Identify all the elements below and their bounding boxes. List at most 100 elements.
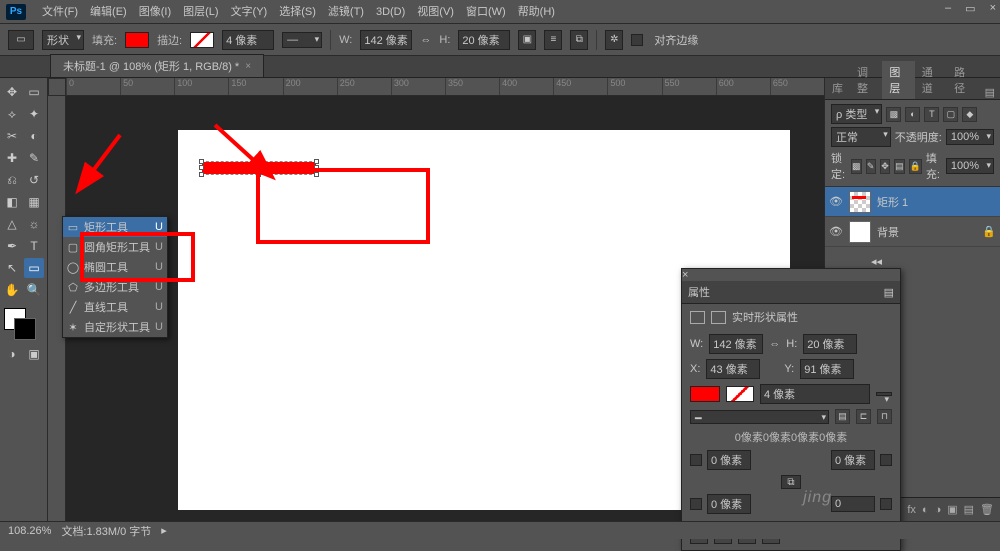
- document-tab[interactable]: 未标题-1 @ 108% (矩形 1, RGB/8) * ×: [50, 54, 264, 77]
- zoom-tool[interactable]: 🔍: [24, 280, 44, 300]
- menu-file[interactable]: 文件(F): [36, 0, 84, 24]
- ruler-origin[interactable]: [48, 78, 66, 96]
- fill-opacity-input[interactable]: 100%: [946, 158, 994, 174]
- gear-icon[interactable]: ✲: [605, 30, 623, 50]
- line-tool-item[interactable]: ╱直线工具U: [63, 297, 167, 317]
- rounded-rect-tool-item[interactable]: ▢圆角矩形工具U: [63, 237, 167, 257]
- visibility-icon[interactable]: 👁: [829, 195, 843, 208]
- link-wh-icon[interactable]: ⇔: [769, 338, 780, 350]
- new-layer-icon[interactable]: ▤: [964, 503, 974, 516]
- blur-tool[interactable]: △: [2, 214, 22, 234]
- stroke-style-select[interactable]: —: [282, 32, 322, 48]
- height-input[interactable]: 20 像素: [458, 30, 510, 50]
- window-close-icon[interactable]: ×: [990, 2, 996, 15]
- tool-mode-select[interactable]: 形状: [42, 30, 84, 50]
- menu-3d[interactable]: 3D(D): [370, 0, 411, 24]
- tab-channels[interactable]: 通道: [915, 61, 947, 99]
- filter-shape-icon[interactable]: ▢: [943, 107, 958, 122]
- magic-wand-tool[interactable]: ✦: [24, 104, 44, 124]
- corner-tl-checkbox[interactable]: [690, 454, 702, 466]
- crop-tool[interactable]: ✂: [2, 126, 22, 146]
- rectangle-tool[interactable]: ▭: [24, 258, 44, 278]
- align-edges-checkbox[interactable]: [631, 34, 643, 46]
- panel-menu-icon[interactable]: ▤: [980, 86, 1000, 99]
- background-color[interactable]: [14, 318, 36, 340]
- prop-stroke-width[interactable]: 4 像素: [760, 384, 870, 404]
- layer-row[interactable]: 👁 背景 🔒: [825, 217, 1000, 247]
- doc-info[interactable]: 文档:1.83M/0 字节: [61, 523, 151, 539]
- layer-name[interactable]: 矩形 1: [877, 194, 908, 210]
- clone-tool[interactable]: ⎌: [2, 170, 22, 190]
- menu-layer[interactable]: 图层(L): [177, 0, 224, 24]
- lock-artboard-icon[interactable]: ▤: [894, 159, 905, 174]
- marquee-tool[interactable]: ▭: [24, 82, 44, 102]
- stroke-type-select[interactable]: ━: [690, 410, 829, 424]
- fill-swatch[interactable]: [125, 32, 149, 48]
- corner-tr-checkbox[interactable]: [880, 454, 892, 466]
- tab-paths[interactable]: 路径: [947, 61, 979, 99]
- panel-menu-icon[interactable]: ▤: [884, 286, 894, 299]
- dodge-tool[interactable]: ☼: [24, 214, 44, 234]
- shape-rectangle-1[interactable]: [202, 162, 316, 174]
- custom-shape-tool-item[interactable]: ✶自定形状工具U: [63, 317, 167, 337]
- panel-close-icon[interactable]: ×: [682, 269, 688, 281]
- menu-image[interactable]: 图像(I): [133, 0, 177, 24]
- panel-collapse-icon[interactable]: ◂◂: [871, 255, 882, 268]
- prop-width-input[interactable]: 142 像素: [709, 334, 763, 354]
- layer-thumbnail[interactable]: [849, 191, 871, 213]
- path-align-icon[interactable]: ≡: [544, 30, 562, 50]
- corner-bl-input[interactable]: 0 像素: [707, 494, 751, 514]
- path-select-tool[interactable]: ↖: [2, 258, 22, 278]
- corner-tr-input[interactable]: 0 像素: [831, 450, 875, 470]
- brush-tool[interactable]: ✎: [24, 148, 44, 168]
- visibility-icon[interactable]: 👁: [829, 225, 843, 238]
- lock-pixels-icon[interactable]: ✎: [866, 159, 876, 174]
- filter-pixel-icon[interactable]: ▩: [886, 107, 901, 122]
- healing-tool[interactable]: ✚: [2, 148, 22, 168]
- corner-br-input[interactable]: 0: [831, 496, 875, 512]
- window-minimize-icon[interactable]: –: [945, 2, 951, 15]
- stroke-corners-icon[interactable]: ⊓: [877, 409, 892, 424]
- filter-adjust-icon[interactable]: ◐: [905, 107, 920, 122]
- stroke-width-dropdown[interactable]: [876, 392, 892, 396]
- rectangle-tool-item[interactable]: ▭矩形工具U: [63, 217, 167, 237]
- layer-thumbnail[interactable]: [849, 221, 871, 243]
- width-input[interactable]: 142 像素: [360, 30, 412, 50]
- layer-filter-select[interactable]: ρ 类型: [831, 104, 882, 124]
- tab-layers[interactable]: 图层: [882, 61, 914, 99]
- type-tool[interactable]: T: [24, 236, 44, 256]
- link-wh-icon[interactable]: ⇔: [420, 34, 431, 46]
- stroke-width-input[interactable]: 4 像素: [222, 30, 274, 50]
- history-brush-tool[interactable]: ↺: [24, 170, 44, 190]
- stroke-caps-icon[interactable]: ⊏: [856, 409, 871, 424]
- layer-name[interactable]: 背景: [877, 224, 899, 240]
- path-arrange-icon[interactable]: ⧉: [570, 30, 588, 50]
- link-corners-icon[interactable]: ⧉: [781, 475, 801, 489]
- tool-preset-icon[interactable]: ▭: [8, 30, 34, 50]
- tab-adjustments[interactable]: 调整: [850, 61, 882, 99]
- corner-br-checkbox[interactable]: [880, 498, 892, 510]
- menu-help[interactable]: 帮助(H): [512, 0, 561, 24]
- menu-select[interactable]: 选择(S): [273, 0, 322, 24]
- new-group-icon[interactable]: ▣: [947, 503, 957, 516]
- ellipse-tool-item[interactable]: ◯椭圆工具U: [63, 257, 167, 277]
- menu-edit[interactable]: 编辑(E): [84, 0, 133, 24]
- filter-smart-icon[interactable]: ◆: [962, 107, 977, 122]
- lasso-tool[interactable]: ⟡: [2, 104, 22, 124]
- menu-view[interactable]: 视图(V): [411, 0, 460, 24]
- menu-window[interactable]: 窗口(W): [460, 0, 512, 24]
- move-tool[interactable]: ✥: [2, 82, 22, 102]
- gradient-tool[interactable]: ▦: [24, 192, 44, 212]
- lock-icon[interactable]: 🔒: [982, 225, 996, 238]
- prop-x-input[interactable]: 43 像素: [706, 359, 760, 379]
- pen-tool[interactable]: ✒: [2, 236, 22, 256]
- menu-type[interactable]: 文字(Y): [225, 0, 274, 24]
- hand-tool[interactable]: ✋: [2, 280, 22, 300]
- opacity-input[interactable]: 100%: [946, 129, 994, 145]
- prop-fill-swatch[interactable]: [690, 386, 720, 402]
- doc-info-menu-icon[interactable]: ▸: [161, 524, 167, 537]
- path-ops-icon[interactable]: ▣: [518, 30, 536, 50]
- polygon-tool-item[interactable]: ⬠多边形工具U: [63, 277, 167, 297]
- layer-style-icon[interactable]: fx: [907, 504, 916, 516]
- eyedropper-tool[interactable]: ◐: [24, 126, 44, 146]
